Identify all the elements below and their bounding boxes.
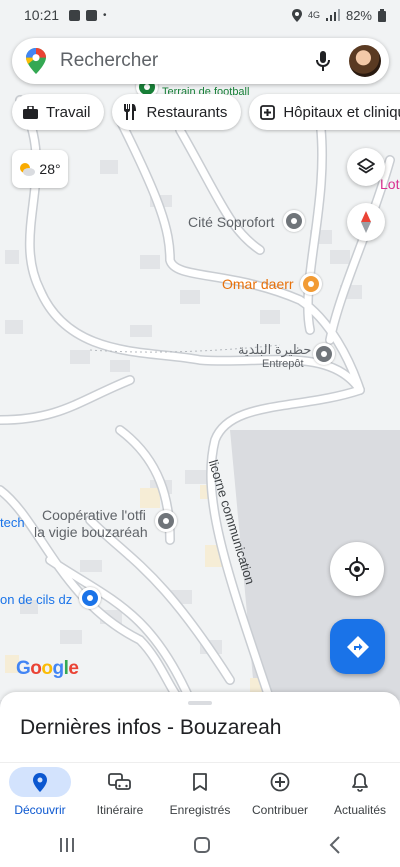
weather-badge[interactable]: 28°	[12, 150, 68, 188]
nav-label: Enregistrés	[169, 803, 231, 817]
cite-soprofort-pin[interactable]	[283, 210, 305, 232]
poi-label-entrepot: Entrepôt	[262, 358, 304, 370]
beauty-salon-pin[interactable]	[79, 587, 101, 609]
poi-label-lot: Lot	[380, 176, 400, 192]
nav-label: Contribuer	[251, 803, 309, 817]
bookmark-icon	[193, 773, 207, 791]
nav-itinerary[interactable]: Itinéraire	[80, 763, 160, 822]
search-bar[interactable]: Rechercher	[12, 38, 389, 84]
chip-travail[interactable]: Travail	[12, 94, 105, 130]
battery-icon	[378, 8, 386, 22]
cafe-pin[interactable]	[300, 273, 322, 295]
maps-logo-icon	[26, 48, 46, 74]
poi-label-omar-daerr: Omar daerr	[222, 276, 294, 292]
location-status-icon	[291, 8, 302, 22]
battery-percent: 82%	[345, 7, 372, 23]
poi-label-hangar: حظيرة البلدية	[238, 342, 312, 357]
folder-icon	[69, 9, 81, 21]
chip-restaurants[interactable]: Restaurants	[112, 94, 242, 130]
avatar[interactable]	[349, 45, 381, 77]
sheet-drag-handle[interactable]	[188, 701, 212, 705]
poi-label-cooperative: Coopérative l'otfi	[42, 507, 146, 523]
home-icon[interactable]	[193, 836, 211, 854]
nav-discover[interactable]: Découvrir	[0, 763, 80, 822]
sheet-title: Dernières infos - Bouzareah	[20, 716, 282, 739]
signal-icon	[325, 9, 340, 21]
compass-icon	[361, 211, 371, 233]
recent-apps-icon[interactable]	[59, 837, 75, 853]
poi-label-cite-soprofort: Cité Soprofort	[188, 214, 275, 230]
category-chips: Travail Restaurants Hôpitaux et clinique…	[12, 94, 400, 130]
system-navigation-bar	[0, 822, 400, 867]
nav-contribute[interactable]: Contribuer	[240, 763, 320, 822]
fork-knife-icon	[122, 104, 138, 120]
microphone-icon[interactable]	[311, 49, 335, 73]
google-logo: Google	[16, 658, 79, 679]
status-time: 10:21	[24, 7, 60, 23]
download-icon	[86, 9, 98, 21]
chip-label: Travail	[46, 103, 91, 121]
chip-label: Hôpitaux et cliniques	[283, 103, 400, 121]
poi-label-tech: tech	[0, 515, 25, 530]
chip-label: Restaurants	[146, 103, 228, 121]
layers-button[interactable]	[347, 148, 385, 186]
bottom-navigation: Découvrir Itinéraire Enregistrés Contrib…	[0, 762, 400, 822]
my-location-button[interactable]	[330, 542, 384, 596]
crosshair-icon	[345, 557, 369, 581]
bottom-sheet[interactable]: Dernières infos - Bouzareah	[0, 692, 400, 762]
hospital-icon	[259, 104, 275, 120]
commute-icon	[108, 773, 131, 790]
nav-label: Découvrir	[14, 803, 66, 817]
nav-label: Actualités	[333, 803, 387, 817]
nav-saved[interactable]: Enregistrés	[160, 763, 240, 822]
bell-icon	[352, 772, 368, 792]
poi-label-cils: on de cils dz	[0, 592, 73, 607]
poi-label-vigie: la vigie bouzaréah	[34, 524, 148, 540]
partly-sunny-icon	[20, 163, 36, 176]
directions-icon	[346, 635, 369, 658]
weather-temperature: 28°	[39, 161, 61, 177]
status-bar: 10:21 • 4G 82%	[0, 0, 400, 30]
cooperative-pin[interactable]	[155, 510, 177, 532]
explore-pin-icon	[33, 772, 47, 792]
chip-hospitals[interactable]: Hôpitaux et cliniques	[249, 94, 400, 130]
back-icon[interactable]	[329, 835, 341, 854]
nav-label: Itinéraire	[96, 803, 144, 817]
dot-icon: •	[103, 9, 107, 21]
network-type: 4G	[307, 10, 320, 20]
layers-icon	[357, 158, 375, 174]
search-input[interactable]: Rechercher	[60, 50, 311, 72]
compass-button[interactable]	[347, 203, 385, 241]
entrepot-pin[interactable]	[313, 343, 335, 365]
briefcase-icon	[22, 104, 38, 120]
directions-button[interactable]	[330, 619, 385, 674]
add-circle-icon	[270, 772, 290, 792]
nav-updates[interactable]: Actualités	[320, 763, 400, 822]
